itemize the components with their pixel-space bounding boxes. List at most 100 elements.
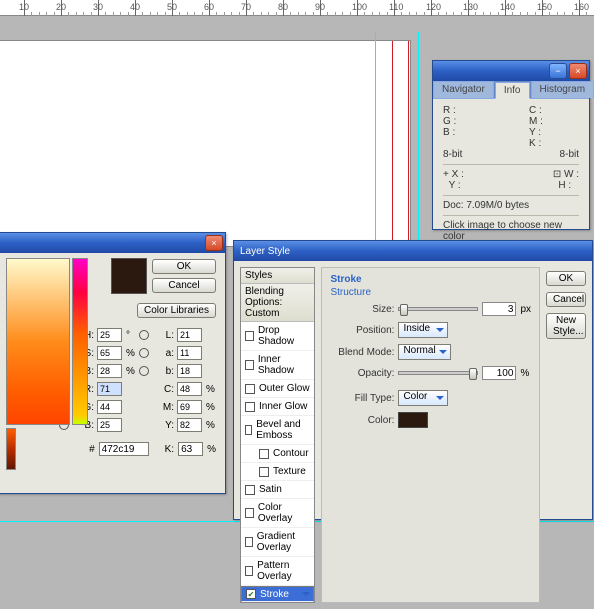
info-panel-titlebar[interactable]: − ×: [433, 61, 589, 81]
style-item-label: Bevel and Emboss: [256, 419, 310, 441]
style-item-label: Inner Glow: [259, 401, 307, 412]
opacity-slider[interactable]: [398, 371, 478, 375]
hash-label: #: [89, 444, 95, 455]
radio-bc[interactable]: [139, 366, 149, 376]
info-content: R : G : B : C : M : Y : K : 8-bit 8-bit …: [433, 99, 589, 248]
style-item-color-overlay[interactable]: Color Overlay: [241, 499, 314, 528]
style-item-label: Texture: [273, 466, 306, 477]
styles-header[interactable]: Styles: [241, 268, 314, 284]
position-select[interactable]: Inside: [398, 322, 448, 338]
blending-header[interactable]: Blending Options: Custom: [241, 284, 314, 322]
a-input[interactable]: [177, 346, 202, 360]
document-rect[interactable]: [0, 41, 410, 246]
new-style-button[interactable]: New Style...: [546, 313, 586, 339]
ruler-label: 120: [426, 2, 441, 12]
info-g: G :: [443, 116, 493, 127]
hue-slider[interactable]: [73, 259, 87, 424]
size-slider[interactable]: [398, 307, 478, 311]
style-item-contour[interactable]: Contour: [241, 445, 314, 463]
checkbox[interactable]: [259, 467, 269, 477]
layer-style-titlebar[interactable]: Layer Style: [234, 241, 592, 261]
y-input[interactable]: [177, 418, 202, 432]
cancel-button[interactable]: Cancel: [152, 278, 216, 293]
stroke-panel: Stroke Structure Size: px Position: Insi…: [321, 267, 540, 603]
page-bound-vertical: [408, 41, 409, 246]
layer-style-buttons: OK Cancel New Style...: [546, 267, 586, 603]
checkbox[interactable]: [259, 449, 269, 459]
blend-select[interactable]: Normal: [398, 344, 450, 360]
tab-histogram[interactable]: Histogram: [531, 81, 594, 98]
plus-icon: +: [443, 169, 449, 180]
checkbox[interactable]: [245, 485, 255, 495]
style-item-pattern-overlay[interactable]: Pattern Overlay: [241, 557, 314, 586]
box-icon: ⊡: [553, 169, 561, 180]
b-light-input[interactable]: [97, 364, 122, 378]
l-input[interactable]: [177, 328, 202, 342]
checkbox[interactable]: [245, 384, 255, 394]
style-item-outer-glow[interactable]: Outer Glow: [241, 380, 314, 398]
ruler-label: 100: [352, 2, 367, 12]
opacity-input[interactable]: [482, 366, 516, 380]
close-icon[interactable]: ×: [205, 235, 223, 251]
blend-label: Blend Mode:: [330, 347, 394, 358]
style-item-inner-glow[interactable]: Inner Glow: [241, 398, 314, 416]
checkbox[interactable]: [245, 508, 254, 518]
color-picker-titlebar[interactable]: ×: [0, 233, 225, 253]
checkbox[interactable]: [245, 331, 254, 341]
hex-input[interactable]: [99, 442, 149, 456]
checkbox[interactable]: [245, 360, 254, 370]
tab-navigator[interactable]: Navigator: [433, 81, 494, 98]
r-input[interactable]: [97, 382, 122, 396]
current-color-swatch[interactable]: [112, 259, 146, 293]
ruler-label: 140: [500, 2, 515, 12]
style-item-inner-shadow[interactable]: Inner Shadow: [241, 351, 314, 380]
style-item-label: Inner Shadow: [258, 354, 311, 376]
style-item-satin[interactable]: Satin: [241, 481, 314, 499]
ruler-label: 150: [537, 2, 552, 12]
color-libraries-button[interactable]: Color Libraries: [137, 303, 216, 318]
s-input[interactable]: [97, 346, 122, 360]
style-item-drop-shadow[interactable]: Drop Shadow: [241, 322, 314, 351]
info-yc: Y :: [449, 180, 461, 191]
k-input[interactable]: [178, 442, 203, 456]
checkbox[interactable]: [246, 589, 256, 599]
cancel-button[interactable]: Cancel: [546, 292, 586, 307]
stroke-group-title: Stroke: [330, 274, 531, 285]
minimize-icon[interactable]: −: [549, 63, 567, 79]
h-input[interactable]: [97, 328, 122, 342]
b-chroma-input[interactable]: [177, 364, 202, 378]
tab-info[interactable]: Info: [495, 82, 530, 99]
style-item-gradient-overlay[interactable]: Gradient Overlay: [241, 528, 314, 557]
radio-l[interactable]: [139, 330, 149, 340]
fill-label: Fill Type:: [330, 393, 394, 404]
checkbox[interactable]: [245, 402, 255, 412]
style-item-bevel-and-emboss[interactable]: Bevel and Emboss: [241, 416, 314, 445]
checkbox[interactable]: [245, 566, 253, 576]
m-input[interactable]: [177, 400, 202, 414]
spectrum-area[interactable]: [7, 259, 53, 469]
saturation-field[interactable]: [7, 259, 69, 424]
ok-button[interactable]: OK: [152, 259, 216, 274]
info-m: M :: [529, 116, 579, 127]
checkbox[interactable]: [245, 425, 252, 435]
checkbox[interactable]: [245, 537, 253, 547]
style-item-stroke[interactable]: Stroke: [241, 586, 314, 602]
page-bound-vertical: [392, 41, 393, 246]
close-icon[interactable]: ×: [569, 63, 587, 79]
g-input[interactable]: [97, 400, 122, 414]
bv-input[interactable]: [97, 418, 122, 432]
ruler-label: 130: [463, 2, 478, 12]
c-input[interactable]: [177, 382, 202, 396]
info-x: X :: [452, 169, 464, 180]
layer-style-title: Layer Style: [240, 246, 290, 257]
style-item-texture[interactable]: Texture: [241, 463, 314, 481]
color-label: Color:: [330, 415, 394, 426]
style-item-label: Outer Glow: [259, 383, 310, 394]
radio-a[interactable]: [139, 348, 149, 358]
fill-select[interactable]: Color: [398, 390, 448, 406]
info-panel: − × Navigator Info Histogram R : G : B :…: [432, 60, 590, 230]
shade-strip[interactable]: [7, 429, 15, 469]
ok-button[interactable]: OK: [546, 271, 586, 286]
stroke-color-swatch[interactable]: [398, 412, 428, 428]
size-input[interactable]: [482, 302, 516, 316]
